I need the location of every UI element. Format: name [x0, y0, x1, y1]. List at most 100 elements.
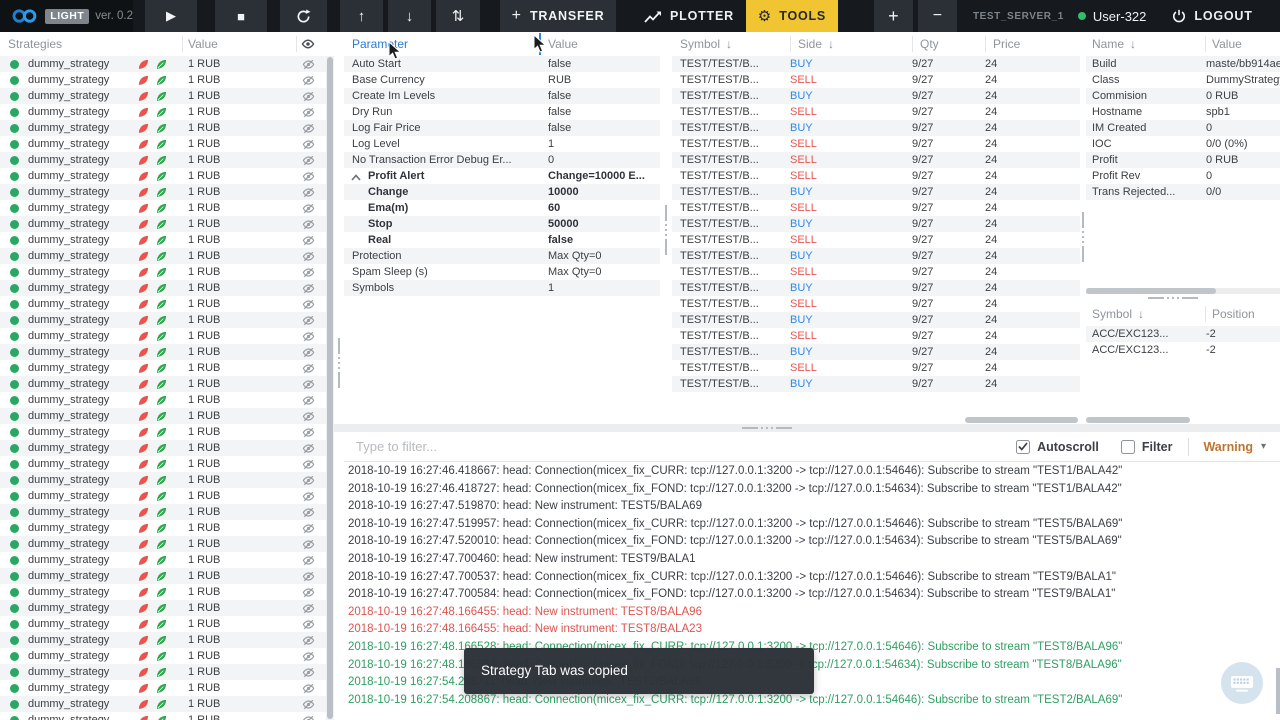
column-header-strategies[interactable]: Strategies: [0, 37, 62, 51]
order-row[interactable]: TEST/TEST/B... BUY 9/27 24: [672, 216, 1080, 232]
parameter-row[interactable]: Symbols 1: [344, 280, 660, 296]
order-row[interactable]: TEST/TEST/B... SELL 9/27 24: [672, 264, 1080, 280]
parameter-value[interactable]: false: [548, 106, 571, 118]
strategy-row[interactable]: dummy_strategy 1 RUB: [0, 648, 326, 664]
parameter-value[interactable]: 60: [548, 202, 560, 214]
move-down-button[interactable]: ↓: [388, 0, 431, 32]
order-row[interactable]: TEST/TEST/B... SELL 9/27 24: [672, 104, 1080, 120]
strategy-row[interactable]: dummy_strategy 1 RUB: [0, 632, 326, 648]
filter-checkbox[interactable]: Filter: [1121, 440, 1173, 454]
info-row[interactable]: IOC 0/0 (0%): [1086, 136, 1280, 152]
strategy-row[interactable]: dummy_strategy 1 RUB: [0, 472, 326, 488]
chevron-up-icon[interactable]: [351, 172, 361, 184]
strategy-row[interactable]: dummy_strategy 1 RUB: [0, 488, 326, 504]
order-row[interactable]: TEST/TEST/B... SELL 9/27 24: [672, 232, 1080, 248]
log-filter-input[interactable]: [344, 439, 994, 454]
orders-hscrollbar-thumb[interactable]: [965, 417, 1078, 423]
splitter-info-positions[interactable]: [1086, 294, 1280, 302]
splitter-params-orders[interactable]: [660, 32, 672, 424]
info-row[interactable]: Profit Rev 0: [1086, 168, 1280, 184]
order-row[interactable]: TEST/TEST/B... BUY 9/27 24: [672, 56, 1080, 72]
parameter-row[interactable]: Ema(m) 60: [344, 200, 660, 216]
parameter-row[interactable]: Profit Alert Change=10000 E...: [344, 168, 660, 184]
add-tab-button[interactable]: +: [874, 0, 913, 32]
splitter-left[interactable]: [334, 32, 344, 720]
parameter-value[interactable]: false: [548, 90, 571, 102]
order-row[interactable]: TEST/TEST/B... BUY 9/27 24: [672, 280, 1080, 296]
strategy-row[interactable]: dummy_strategy 1 RUB: [0, 344, 326, 360]
strategy-row[interactable]: dummy_strategy 1 RUB: [0, 456, 326, 472]
strategy-row[interactable]: dummy_strategy 1 RUB: [0, 360, 326, 376]
position-row[interactable]: ACC/EXC123... -2: [1086, 342, 1280, 358]
order-row[interactable]: TEST/TEST/B... SELL 9/27 24: [672, 136, 1080, 152]
strategy-row[interactable]: dummy_strategy 1 RUB: [0, 376, 326, 392]
order-row[interactable]: TEST/TEST/B... BUY 9/27 24: [672, 344, 1080, 360]
parameter-row[interactable]: Change 10000: [344, 184, 660, 200]
order-row[interactable]: TEST/TEST/B... SELL 9/27 24: [672, 168, 1080, 184]
parameter-row[interactable]: Create Im Levels false: [344, 88, 660, 104]
order-row[interactable]: TEST/TEST/B... BUY 9/27 24: [672, 248, 1080, 264]
info-row[interactable]: Class DummyStrategy: [1086, 72, 1280, 88]
order-row[interactable]: TEST/TEST/B... BUY 9/27 24: [672, 376, 1080, 392]
splitter-log[interactable]: [334, 424, 1280, 432]
visibility-eye-icon[interactable]: [301, 37, 315, 54]
column-header-symbol[interactable]: Symbol↓: [1086, 307, 1144, 321]
parameter-row[interactable]: Dry Run false: [344, 104, 660, 120]
transfer-button[interactable]: + TRANSFER: [500, 0, 616, 32]
strategy-row[interactable]: dummy_strategy 1 RUB: [0, 536, 326, 552]
order-row[interactable]: TEST/TEST/B... SELL 9/27 24: [672, 328, 1080, 344]
strategy-row[interactable]: dummy_strategy 1 RUB: [0, 216, 326, 232]
strategy-row[interactable]: dummy_strategy 1 RUB: [0, 152, 326, 168]
parameter-value[interactable]: false: [548, 58, 571, 70]
strategy-row[interactable]: dummy_strategy 1 RUB: [0, 600, 326, 616]
plotter-button[interactable]: PLOTTER: [644, 9, 734, 23]
strategy-row[interactable]: dummy_strategy 1 RUB: [0, 280, 326, 296]
order-row[interactable]: TEST/TEST/B... BUY 9/27 24: [672, 88, 1080, 104]
swap-button[interactable]: ⇅: [436, 0, 480, 32]
parameter-row[interactable]: Log Fair Price false: [344, 120, 660, 136]
strategy-row[interactable]: dummy_strategy 1 RUB: [0, 712, 326, 720]
strategy-row[interactable]: dummy_strategy 1 RUB: [0, 200, 326, 216]
order-row[interactable]: TEST/TEST/B... SELL 9/27 24: [672, 72, 1080, 88]
info-row[interactable]: Hostname spb1: [1086, 104, 1280, 120]
column-header-value[interactable]: Value: [1212, 37, 1242, 51]
info-row[interactable]: Build maste/bb914ae: [1086, 56, 1280, 72]
strategy-row[interactable]: dummy_strategy 1 RUB: [0, 392, 326, 408]
strategy-row[interactable]: dummy_strategy 1 RUB: [0, 248, 326, 264]
strategy-row[interactable]: dummy_strategy 1 RUB: [0, 56, 326, 72]
strategy-row[interactable]: dummy_strategy 1 RUB: [0, 136, 326, 152]
column-header-qty[interactable]: Qty: [920, 37, 939, 51]
strategy-row[interactable]: dummy_strategy 1 RUB: [0, 296, 326, 312]
strategy-row[interactable]: dummy_strategy 1 RUB: [0, 424, 326, 440]
logout-button[interactable]: LOGOUT: [1172, 9, 1252, 23]
splitter-handle[interactable]: [1148, 297, 1198, 299]
stop-button[interactable]: ■: [215, 0, 267, 32]
scrollbar-thumb[interactable]: [327, 57, 333, 719]
column-header-value[interactable]: Value: [548, 37, 578, 51]
play-button[interactable]: ▶: [145, 0, 197, 32]
strategy-row[interactable]: dummy_strategy 1 RUB: [0, 408, 326, 424]
parameter-value[interactable]: false: [548, 234, 573, 246]
strategy-row[interactable]: dummy_strategy 1 RUB: [0, 72, 326, 88]
tools-button[interactable]: ⚙ TOOLS: [746, 0, 838, 32]
column-header-value[interactable]: Value: [188, 37, 218, 51]
parameter-row[interactable]: Real false: [344, 232, 660, 248]
column-header-parameter[interactable]: Parameter: [344, 37, 408, 51]
order-row[interactable]: TEST/TEST/B... BUY 9/27 24: [672, 312, 1080, 328]
keyboard-button[interactable]: [1221, 662, 1263, 704]
strategy-row[interactable]: dummy_strategy 1 RUB: [0, 664, 326, 680]
splitter-handle[interactable]: [742, 427, 792, 429]
strategy-row[interactable]: dummy_strategy 1 RUB: [0, 568, 326, 584]
parameter-value[interactable]: Max Qty=0: [548, 266, 602, 278]
parameter-value[interactable]: 0: [548, 154, 554, 166]
parameter-row[interactable]: Stop 50000: [344, 216, 660, 232]
info-row[interactable]: Commision 0 RUB: [1086, 88, 1280, 104]
strategy-row[interactable]: dummy_strategy 1 RUB: [0, 696, 326, 712]
strategy-row[interactable]: dummy_strategy 1 RUB: [0, 120, 326, 136]
order-row[interactable]: TEST/TEST/B... SELL 9/27 24: [672, 152, 1080, 168]
parameter-value[interactable]: RUB: [548, 74, 571, 86]
strategy-row[interactable]: dummy_strategy 1 RUB: [0, 104, 326, 120]
splitter-handle[interactable]: [665, 205, 667, 255]
parameter-value[interactable]: 10000: [548, 186, 579, 198]
strategy-row[interactable]: dummy_strategy 1 RUB: [0, 184, 326, 200]
